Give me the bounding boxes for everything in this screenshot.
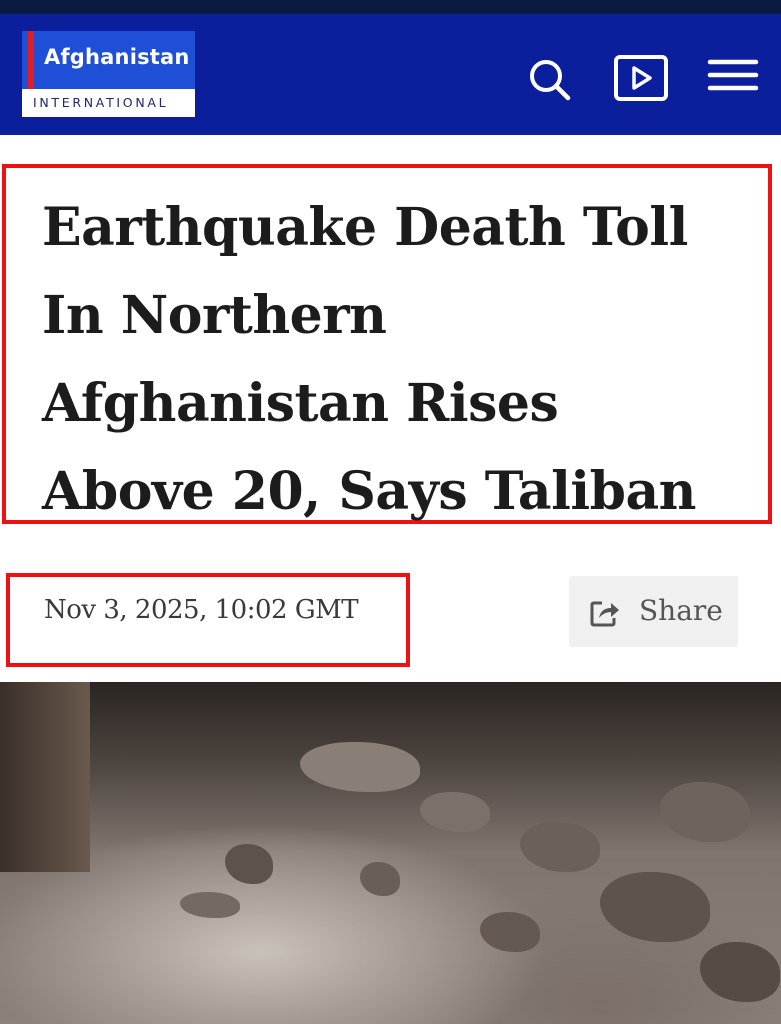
video-button[interactable] [612, 54, 668, 110]
article-title: Earthquake Death Toll In Northern Afghan… [42, 197, 696, 522]
rubble-rock [600, 872, 710, 942]
logo-subtitle: INTERNATIONAL [33, 95, 169, 110]
site-logo[interactable]: Afghanistan INTERNATIONAL [22, 31, 195, 117]
rubble-rock [660, 782, 750, 842]
article-date: Nov 3, 2025, 10:02 GMT [44, 595, 359, 625]
share-label: Share [639, 594, 723, 627]
search-button[interactable] [522, 54, 578, 110]
site-header: Afghanistan INTERNATIONAL [0, 14, 781, 135]
rubble-rock [700, 942, 780, 1002]
rubble-rock [300, 742, 420, 792]
menu-icon [707, 59, 759, 91]
rubble-rock [420, 792, 490, 832]
video-play-icon [614, 55, 668, 101]
rubble-rock [520, 822, 600, 872]
search-icon [530, 60, 571, 101]
share-icon [590, 601, 619, 627]
rubble-rock [480, 912, 540, 952]
logo-red-bar [28, 31, 34, 89]
rubble-rock [180, 892, 240, 918]
menu-button[interactable] [705, 54, 761, 110]
photo-wall [0, 682, 90, 872]
logo-wordmark: Afghanistan [44, 45, 190, 69]
rubble-rock [225, 844, 273, 884]
logo-banner: Afghanistan [22, 31, 195, 89]
status-strip [0, 0, 781, 14]
article-photo [0, 682, 781, 1024]
rubble-rock [360, 862, 400, 896]
share-button[interactable]: Share [569, 576, 738, 647]
